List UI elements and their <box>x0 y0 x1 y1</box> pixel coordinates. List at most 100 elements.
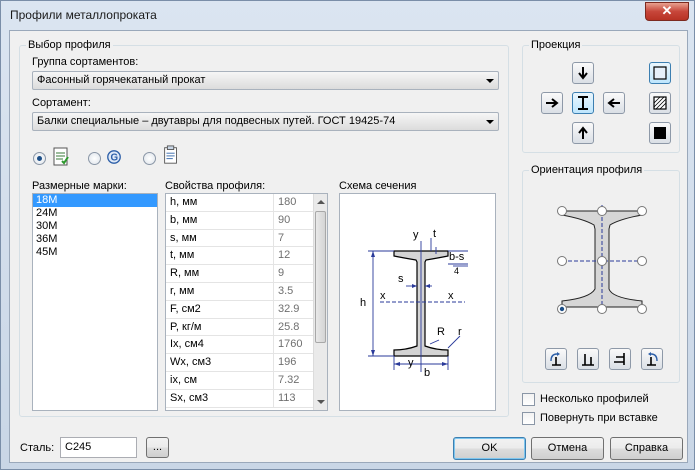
prop-name: s, мм <box>166 229 274 247</box>
source-radio-clipboard[interactable] <box>143 152 156 165</box>
scheme-y-top: y <box>413 229 419 241</box>
anchor-point[interactable] <box>557 206 567 216</box>
orientation-title: Ориентация профиля <box>529 164 645 176</box>
rotate-ccw-icon <box>550 352 561 366</box>
anchor-point[interactable] <box>597 304 607 314</box>
prop-name: r, мм <box>166 282 274 300</box>
prop-name: t, мм <box>166 247 274 265</box>
assortment-value: Балки специальные – двутавры для подвесн… <box>37 115 396 127</box>
prop-value: 25.8 <box>278 320 300 333</box>
rotate-on-insert-checkbox[interactable] <box>522 412 535 425</box>
display-hatch-button[interactable] <box>649 92 671 114</box>
document-icon <box>53 147 69 166</box>
prop-name: Sx, см3 <box>166 389 274 407</box>
title-bar[interactable]: Профили металлопроката ✕ <box>1 1 694 29</box>
anchor-point[interactable] <box>597 206 607 216</box>
assortment-group-label: Группа сортаментов: <box>32 56 139 68</box>
scheme-x-left: x <box>380 290 386 302</box>
scheme-r: r <box>458 326 462 338</box>
mirror-horizontal-icon <box>582 354 594 366</box>
steel-browse-button[interactable]: ... <box>146 437 169 458</box>
hatched-square-icon <box>653 96 667 110</box>
prop-value: 7.32 <box>278 373 300 386</box>
assortment-group-value: Фасонный горячекатаный прокат <box>37 74 206 86</box>
i-beam-icon <box>578 96 588 110</box>
display-fill-button[interactable] <box>649 122 671 144</box>
prop-name: b, мм <box>166 211 274 229</box>
orientation-diagram <box>557 205 647 314</box>
table-row: P, кг/м 25.8 <box>166 318 327 337</box>
cancel-button[interactable]: Отмена <box>531 437 604 460</box>
view-top-button[interactable] <box>572 62 594 84</box>
anchor-point-dot <box>559 306 565 312</box>
clipboard-icon <box>164 145 177 164</box>
section-scheme: y t b-s 4 s h x x R r y b <box>339 193 496 411</box>
rotate-left-button[interactable] <box>545 348 567 370</box>
prop-name: R, мм <box>166 265 274 282</box>
scheme-label: Схема сечения <box>339 180 417 192</box>
source-radio-document[interactable] <box>33 152 46 165</box>
scroll-thumb[interactable] <box>315 211 326 343</box>
help-button[interactable]: Справка <box>610 437 683 460</box>
list-item[interactable]: 45М <box>33 246 157 259</box>
props-label: Свойства профиля: <box>165 180 266 192</box>
dialog-body: Выбор профиля Группа сортаментов: Фасонн… <box>9 30 688 463</box>
props-scrollbar[interactable] <box>313 194 327 410</box>
anchor-point[interactable] <box>637 304 647 314</box>
list-item[interactable]: 18М <box>33 194 157 207</box>
table-row: R, мм 9 <box>166 265 327 283</box>
close-button[interactable]: ✕ <box>645 2 689 21</box>
scheme-y-bottom: y <box>408 357 414 369</box>
dialog-window: Профили металлопроката ✕ Выбор профиля Г… <box>0 0 695 470</box>
view-left-button[interactable] <box>541 92 563 114</box>
table-row: Ix, см4 1760 <box>166 336 327 355</box>
mirror-vertical-button[interactable] <box>577 348 599 370</box>
anchor-point[interactable] <box>597 256 607 266</box>
scheme-four: 4 <box>454 266 459 276</box>
multiple-profiles-checkbox[interactable] <box>522 393 535 406</box>
mirror-horizontal-button[interactable] <box>609 348 631 370</box>
assortment-group-combo[interactable]: Фасонный горячекатаный прокат <box>32 71 499 90</box>
table-row: h, мм 180 <box>166 194 327 212</box>
profile-selection-title: Выбор профиля <box>26 39 113 51</box>
rotate-right-button[interactable] <box>641 348 663 370</box>
prop-value: 32.9 <box>278 302 300 315</box>
assortment-label: Сортамент: <box>32 97 91 109</box>
prop-value: 7 <box>278 231 285 244</box>
anchor-point[interactable] <box>557 256 567 266</box>
multiple-profiles-label: Несколько профилей <box>540 393 649 405</box>
prop-value: 180 <box>278 196 297 208</box>
sizes-list[interactable]: 18М 24М 30М 36М 45М <box>32 193 158 411</box>
anchor-point[interactable] <box>637 256 647 266</box>
assortment-combo[interactable]: Балки специальные – двутавры для подвесн… <box>32 112 499 131</box>
scheme-s: s <box>398 273 404 285</box>
view-bottom-button[interactable] <box>572 122 594 144</box>
view-front-button[interactable] <box>572 92 594 114</box>
chevron-down-icon <box>486 79 494 83</box>
outline-square-icon <box>653 66 667 80</box>
list-item[interactable]: 36М <box>33 233 157 246</box>
prop-value: 196 <box>278 356 297 369</box>
scroll-up-icon[interactable] <box>317 200 325 204</box>
prop-value: 90 <box>278 213 291 226</box>
source-radio-web[interactable] <box>88 152 101 165</box>
scheme-b: b <box>424 367 430 379</box>
table-row: Wx, см3 196 <box>166 354 327 372</box>
steel-input[interactable]: С245 <box>60 437 137 458</box>
rotate-on-insert-label: Повернуть при вставке <box>540 412 658 424</box>
props-table[interactable]: h, мм 180 b, мм 90 s, мм 7 t, мм 12 R, мм 9 r… <box>165 193 328 411</box>
table-row: Sx, см3 113 <box>166 389 327 408</box>
view-right-button[interactable] <box>603 92 625 114</box>
list-item[interactable]: 30М <box>33 220 157 233</box>
ok-button[interactable]: OK <box>453 437 526 460</box>
sizes-label: Размерные марки: <box>32 180 127 192</box>
scheme-bs: b-s <box>449 251 465 263</box>
scheme-R: R <box>437 326 445 338</box>
window-title: Профили металлопроката <box>10 8 157 22</box>
display-outline-button[interactable] <box>649 62 671 84</box>
list-item[interactable]: 24М <box>33 207 157 220</box>
prop-value: 113 <box>278 391 296 404</box>
scroll-down-icon[interactable] <box>317 400 325 404</box>
prop-name: P, кг/м <box>166 318 274 336</box>
anchor-point[interactable] <box>637 206 647 216</box>
